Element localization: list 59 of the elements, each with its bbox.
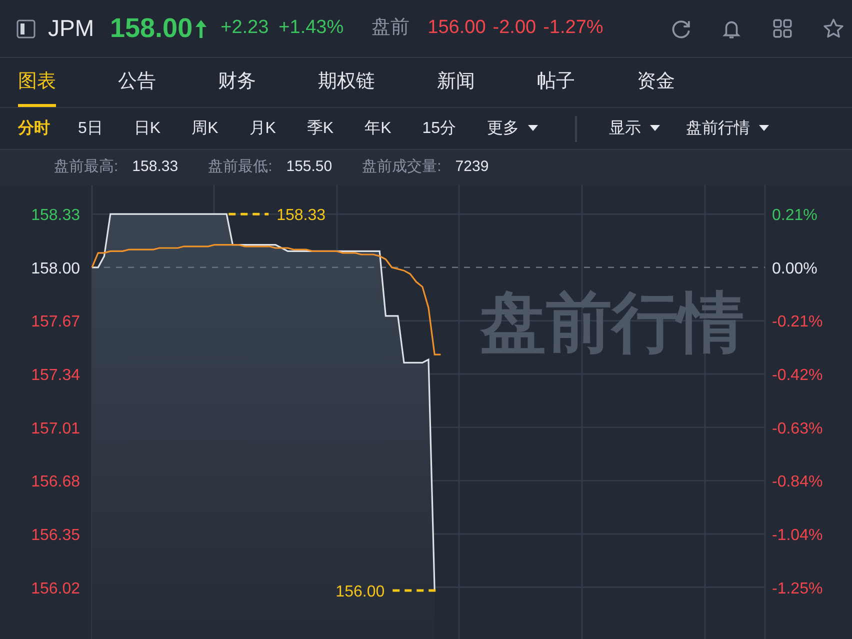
percent-axis-label: -0.63% — [772, 420, 823, 438]
tab[interactable]: 公告 — [118, 58, 156, 107]
tab[interactable]: 财务 — [218, 58, 256, 107]
price-change: +2.23 — [220, 16, 269, 40]
percent-axis-label: 0.21% — [772, 207, 818, 224]
y-axis-label: 157.34 — [31, 367, 80, 384]
stat-value: 7239 — [455, 157, 489, 178]
period-tab[interactable]: 年K — [364, 112, 392, 144]
up-arrow-icon — [194, 20, 207, 38]
percent-axis-label: -0.84% — [772, 474, 823, 491]
session-label: 盘前 — [372, 16, 410, 40]
y-axis-label: 157.01 — [31, 420, 80, 438]
session-price: 156.00 — [428, 16, 486, 40]
period-tab[interactable]: 周K — [192, 112, 218, 144]
price-marker-label: 158.33 — [276, 207, 326, 224]
dropdown-button[interactable]: 更多 — [487, 112, 538, 144]
y-axis-label: 156.35 — [31, 526, 80, 544]
marker-dash — [228, 212, 269, 216]
period-tab[interactable]: 日K — [134, 112, 161, 144]
y-axis-label: 156.68 — [31, 474, 80, 491]
period-tab[interactable]: 月K — [249, 112, 276, 144]
period-tab[interactable]: 15分 — [422, 112, 456, 144]
percent-axis-label: 0.00% — [772, 260, 818, 278]
ticker-symbol: JPM — [48, 14, 94, 44]
dropdown-button[interactable]: 显示 — [609, 112, 660, 144]
stat-label: 盘前最低: — [208, 157, 272, 178]
marker-dash — [392, 589, 437, 592]
tab[interactable]: 帖子 — [537, 58, 575, 107]
y-axis-label: 157.67 — [31, 314, 80, 331]
percent-axis-label: -0.42% — [772, 367, 823, 384]
y-axis-label: 156.02 — [31, 580, 80, 598]
stat-label: 盘前成交量: — [362, 157, 442, 178]
percent-axis-label: -1.04% — [772, 526, 823, 544]
caret-icon — [528, 125, 538, 132]
stat-label: 盘前最高: — [54, 157, 118, 178]
grid-icon[interactable] — [772, 18, 793, 39]
stat-value: 158.33 — [132, 157, 178, 178]
session-change: -2.00 — [492, 16, 536, 40]
caret-icon — [650, 125, 660, 132]
price-marker-label: 156.00 — [336, 584, 385, 601]
panel-toggle-icon[interactable] — [16, 18, 36, 38]
caret-icon — [759, 125, 770, 132]
tab[interactable]: 资金 — [637, 58, 675, 107]
period-tab[interactable]: 分时 — [18, 112, 50, 144]
dropdown-button[interactable]: 盘前行情 — [686, 112, 770, 144]
tab[interactable]: 新闻 — [437, 58, 475, 107]
period-tab[interactable]: 季K — [306, 112, 334, 144]
y-axis-label: 158.00 — [31, 260, 80, 278]
percent-axis-label: -1.25% — [772, 580, 823, 598]
star-icon[interactable] — [823, 18, 844, 39]
stat-value: 155.50 — [286, 157, 332, 178]
refresh-icon[interactable] — [670, 18, 691, 39]
tab[interactable]: 期权链 — [318, 58, 375, 107]
y-axis-label: 158.33 — [31, 207, 80, 224]
percent-change: +1.43% — [278, 16, 344, 40]
percent-axis-label: -0.21% — [772, 314, 823, 331]
session-percent-change: -1.27% — [543, 16, 604, 40]
last-price: 158.00 — [110, 12, 193, 46]
period-tab[interactable]: 5日 — [78, 112, 103, 144]
